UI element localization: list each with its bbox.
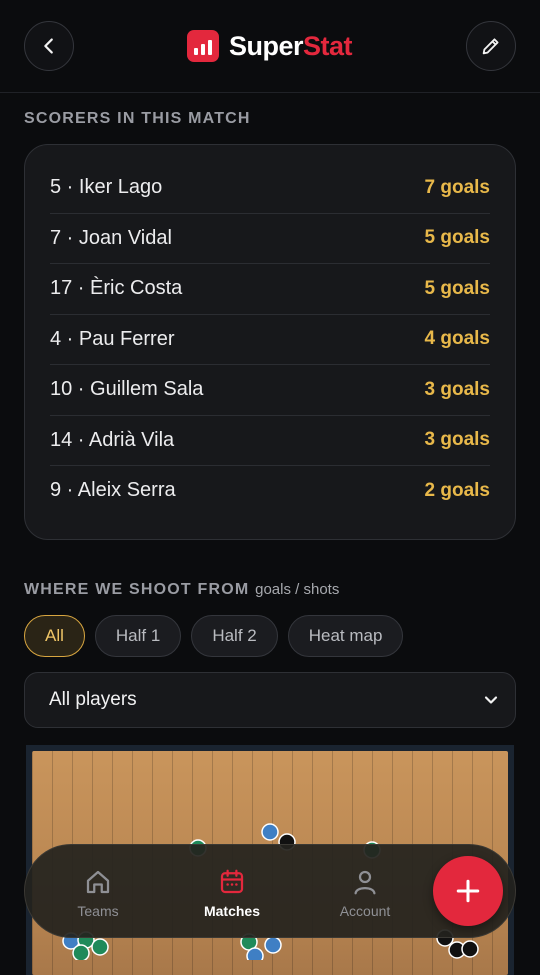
home-icon (86, 870, 110, 894)
app-logo: SuperStat (187, 30, 353, 62)
calendar-icon (220, 869, 244, 894)
scorer-row[interactable]: 17 · Èric Costa 5 goals (50, 264, 490, 315)
scorer-goals: 2 goals (424, 479, 490, 501)
add-button[interactable] (433, 856, 503, 926)
nav-label: Account (339, 903, 391, 919)
filter-chips: All Half 1 Half 2 Heat map (24, 615, 404, 657)
scorer-row[interactable]: 4 · Pau Ferrer 4 goals (50, 315, 490, 365)
app-name: SuperStat (229, 30, 353, 61)
app-header: SuperStat (0, 0, 540, 93)
filter-chip-half-1[interactable]: Half 1 (94, 615, 182, 657)
shots-subtitle: goals / shots (255, 581, 340, 598)
nav-item-matches[interactable]: Matches (182, 867, 282, 919)
scorer-name: 5 · Iker Lago (50, 176, 163, 199)
filter-chip-all[interactable]: All (24, 615, 85, 657)
scorer-row[interactable]: 5 · Iker Lago 7 goals (50, 163, 490, 214)
pencil-icon (482, 38, 499, 55)
scorer-goals: 3 goals (424, 378, 490, 400)
player-select[interactable]: All players (24, 672, 516, 728)
scorer-goals: 5 goals (424, 227, 490, 249)
scorer-row[interactable]: 14 · Adrià Vila 3 goals (50, 416, 490, 466)
scorer-row[interactable]: 7 · Joan Vidal 5 goals (50, 214, 490, 264)
scorer-name: 4 · Pau Ferrer (50, 327, 175, 350)
scorer-goals: 3 goals (424, 429, 490, 451)
scorer-row[interactable]: 9 · Aleix Serra 2 goals (50, 466, 490, 516)
scorer-name: 17 · Èric Costa (50, 277, 183, 300)
filter-chip-half-2[interactable]: Half 2 (191, 615, 278, 657)
bar-chart-icon (187, 30, 219, 62)
scorers-section-title: SCORERS IN THIS MATCH (24, 110, 251, 127)
shots-section-title: WHERE WE SHOOT FROM goals / shots (24, 581, 339, 599)
nav-label: Matches (203, 903, 261, 919)
filter-chip-heat-map[interactable]: Heat map (287, 615, 404, 657)
scorer-goals: 5 goals (424, 277, 490, 299)
user-icon (354, 870, 376, 895)
scorers-card: 5 · Iker Lago 7 goals 7 · Joan Vidal 5 goa… (24, 144, 516, 540)
nav-label: Teams (77, 903, 119, 919)
chevron-left-icon (44, 38, 53, 54)
scorer-name: 14 · Adrià Vila (50, 428, 175, 451)
scorer-row[interactable]: 10 · Guillem Sala 3 goals (50, 365, 490, 416)
shots-title: WHERE WE SHOOT FROM (24, 581, 250, 598)
scorer-name: 7 · Joan Vidal (50, 226, 172, 249)
scorer-goals: 4 goals (424, 328, 490, 350)
nav-item-teams[interactable]: Teams (48, 867, 148, 919)
chevron-down-icon (484, 696, 498, 704)
nav-item-account[interactable]: Account (315, 867, 415, 919)
scorer-name: 10 · Guillem Sala (50, 378, 204, 401)
back-button[interactable] (24, 21, 74, 71)
plus-icon (456, 879, 480, 903)
edit-button[interactable] (466, 21, 516, 71)
scorer-name: 9 · Aleix Serra (50, 479, 176, 502)
scorer-goals: 7 goals (424, 176, 490, 198)
player-select-value: All players (49, 689, 137, 710)
